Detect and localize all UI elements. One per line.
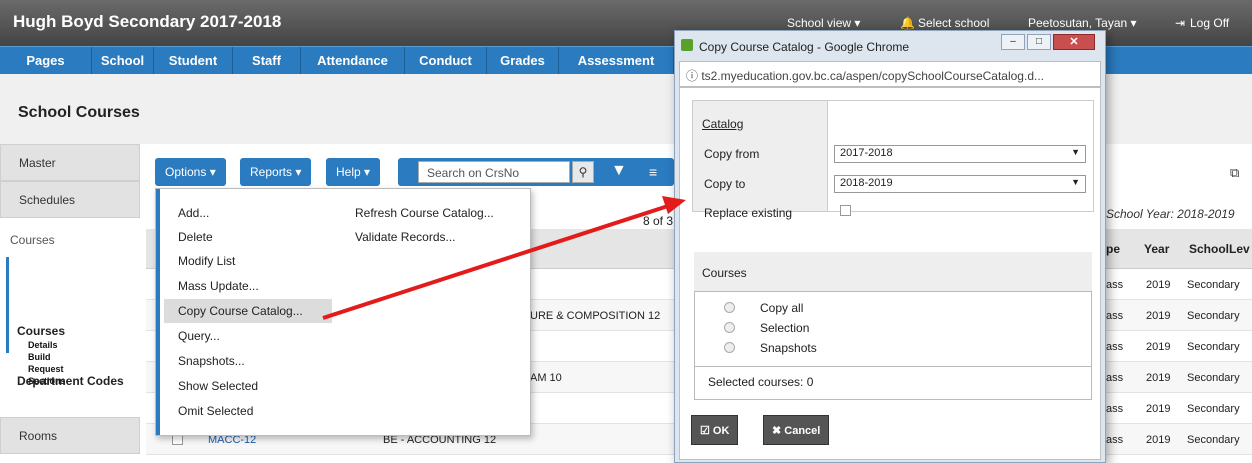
annotation-arrow xyxy=(322,196,686,320)
